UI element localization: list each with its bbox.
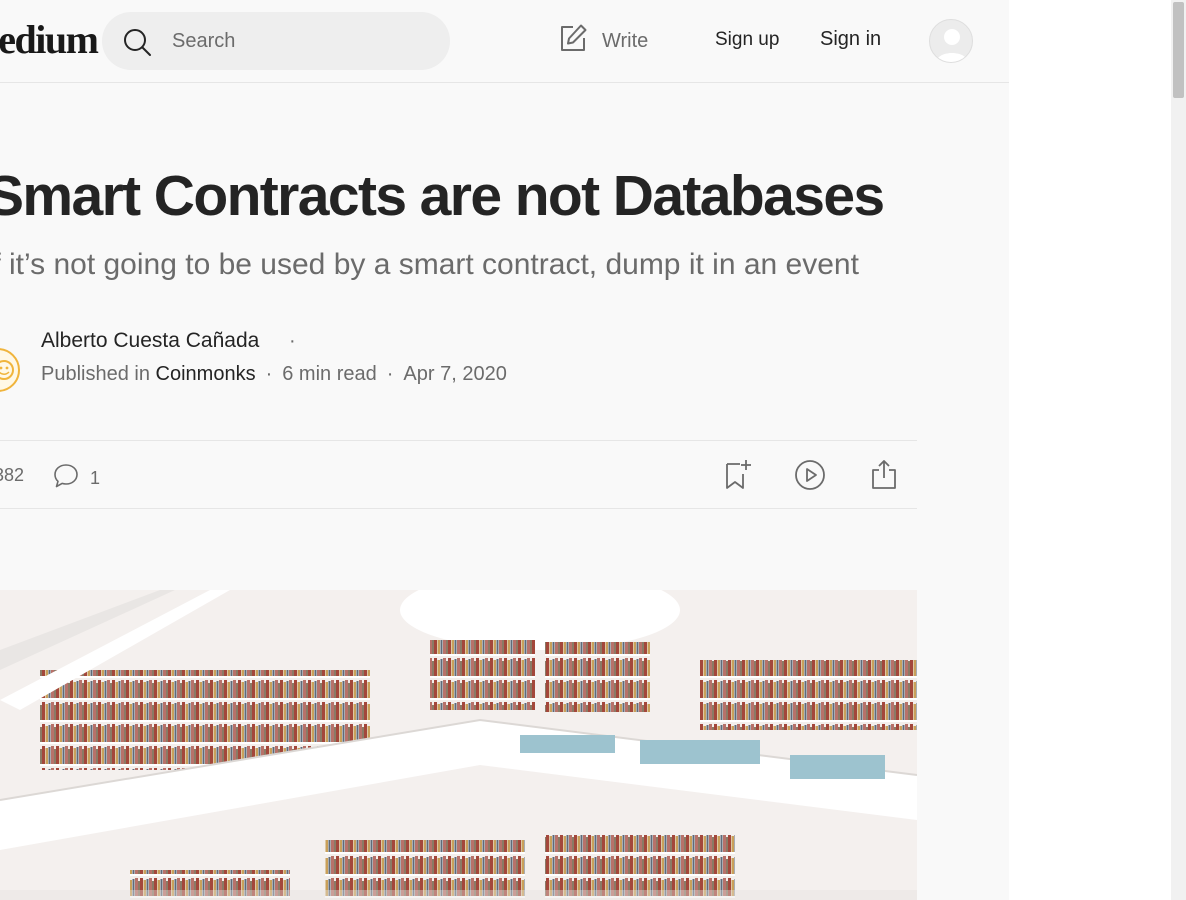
comment-button[interactable]: 1	[52, 462, 100, 495]
meta-separator: ·	[386, 363, 394, 385]
comment-count: 1	[90, 468, 101, 488]
write-button[interactable]: Write	[557, 24, 648, 58]
article-action-bar: 382 1	[0, 440, 917, 509]
page-scrollbar[interactable]	[1171, 0, 1186, 900]
write-label: Write	[602, 29, 649, 52]
share-upload-icon[interactable]	[870, 458, 898, 495]
follow-separator: ·	[289, 330, 296, 352]
meta-separator: ·	[265, 363, 273, 385]
medium-logo[interactable]: Medium	[0, 16, 99, 64]
sign-up-link[interactable]: Sign up	[715, 29, 779, 51]
bookmark-plus-icon[interactable]	[723, 459, 753, 496]
article-subtitle: If it’s not going to be used by a smart …	[0, 248, 859, 281]
user-avatar-icon[interactable]	[929, 19, 973, 63]
play-circle-icon[interactable]	[794, 459, 826, 496]
published-in-label: Published in	[41, 363, 150, 385]
search-icon	[122, 27, 152, 62]
search-box[interactable]	[102, 12, 450, 70]
article-page: Medium Write Sign up Sign in	[0, 0, 1009, 900]
search-input[interactable]	[170, 25, 434, 57]
article-meta: Published in Coinmonks · 6 min read · Apr 7,…	[41, 363, 507, 386]
clap-count[interactable]: 382	[0, 465, 24, 486]
top-navigation-bar: Medium Write Sign up Sign in	[0, 0, 1009, 83]
author-avatar[interactable]	[0, 348, 20, 392]
read-time: 6 min read	[282, 363, 377, 385]
author-name-link[interactable]: Alberto Cuesta Cañada	[41, 329, 259, 353]
pencil-square-icon	[557, 22, 602, 60]
speech-bubble-icon	[52, 462, 80, 495]
article-hero-image	[0, 590, 917, 900]
right-margin	[1009, 0, 1171, 900]
article-title: Smart Contracts are not Databases	[0, 164, 885, 228]
publish-date: Apr 7, 2020	[403, 363, 507, 385]
publication-link[interactable]: Coinmonks	[156, 363, 256, 385]
scrollbar-thumb[interactable]	[1173, 2, 1184, 98]
sign-in-link[interactable]: Sign in	[820, 28, 881, 51]
